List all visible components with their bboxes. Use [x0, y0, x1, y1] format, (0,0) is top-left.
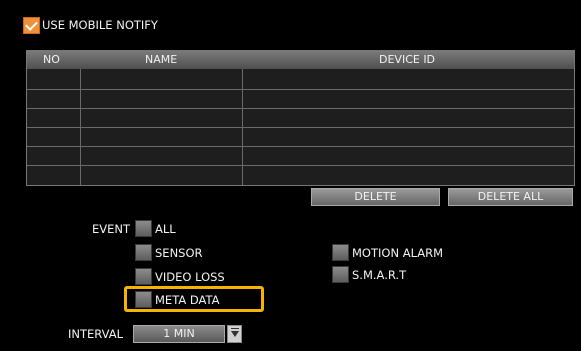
table-row[interactable]: [27, 108, 574, 109]
interval-select[interactable]: 1 MIN: [133, 325, 225, 343]
event-sensor-checkbox[interactable]: [135, 244, 152, 261]
event-label: EVENT: [92, 222, 131, 236]
event-smart-label: S.M.A.R.T: [352, 268, 407, 282]
table-row[interactable]: [27, 146, 574, 147]
delete-button[interactable]: DELETE: [311, 188, 440, 206]
dropdown-arrow-icon[interactable]: [227, 325, 242, 343]
use-mobile-notify-label: USE MOBILE NOTIFY: [42, 18, 158, 32]
event-smart-checkbox[interactable]: [332, 266, 349, 283]
event-sensor-label: SENSOR: [155, 246, 203, 260]
delete-all-button[interactable]: DELETE ALL: [448, 188, 573, 206]
event-all-label: ALL: [155, 222, 176, 236]
column-header-name: NAME: [145, 53, 178, 66]
event-all-checkbox[interactable]: [135, 220, 152, 237]
meta-data-highlight: [124, 286, 264, 312]
device-table: NO NAME DEVICE ID: [26, 50, 575, 186]
table-header: NO NAME DEVICE ID: [27, 51, 574, 69]
event-motion-alarm-label: MOTION ALARM: [352, 246, 444, 260]
table-row[interactable]: [27, 127, 574, 128]
column-header-no: NO: [43, 53, 60, 66]
interval-label: INTERVAL: [68, 327, 124, 341]
event-video-loss-checkbox[interactable]: [135, 268, 152, 285]
column-header-device-id: DEVICE ID: [379, 53, 436, 66]
event-video-loss-label: VIDEO LOSS: [155, 270, 225, 284]
table-row[interactable]: [27, 89, 574, 90]
table-row[interactable]: [27, 165, 574, 166]
use-mobile-notify-checkbox[interactable]: [23, 17, 40, 34]
event-motion-alarm-checkbox[interactable]: [332, 244, 349, 261]
